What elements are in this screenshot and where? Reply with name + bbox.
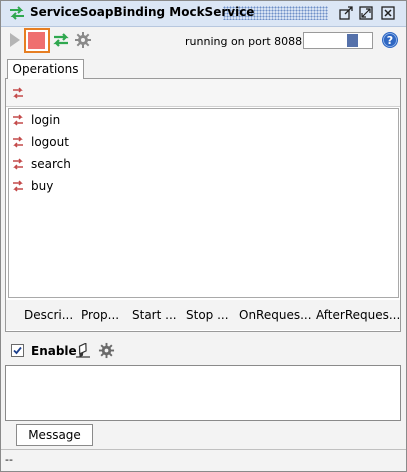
eraser-icon[interactable] [75, 343, 91, 358]
status-bar-text: -- [5, 453, 13, 466]
column-header-stop[interactable]: Stop ... [186, 308, 229, 322]
operation-icon [13, 180, 23, 192]
status-text: running on port 8088 [185, 35, 303, 48]
operation-icon [13, 136, 23, 148]
column-header-afterrequest[interactable]: AfterReques... [316, 308, 400, 322]
status-bar [1, 449, 406, 471]
activity-slider[interactable] [303, 32, 373, 49]
swap-arrows-icon[interactable] [52, 31, 70, 49]
svg-text:?: ? [387, 34, 393, 47]
list-item[interactable]: logout [11, 132, 69, 152]
maximize-icon[interactable] [358, 5, 374, 21]
enable-label: Enable [31, 344, 77, 358]
undock-icon[interactable] [338, 5, 354, 21]
gear-icon[interactable] [98, 342, 115, 359]
help-icon[interactable]: ? [381, 31, 399, 49]
list-item[interactable]: search [11, 154, 71, 174]
list-item[interactable]: login [11, 110, 60, 130]
column-header-description[interactable]: Descri... [24, 308, 73, 322]
operation-label: logout [31, 135, 69, 149]
operation-icon [13, 158, 23, 170]
operations-toolbar [6, 79, 400, 107]
checkmark-icon [13, 346, 22, 355]
operation-label: buy [31, 179, 54, 193]
list-item[interactable]: buy [11, 176, 53, 196]
stop-icon [28, 32, 45, 49]
operation-label: search [31, 157, 71, 171]
mockservice-swap-icon [10, 6, 24, 20]
operation-icon [13, 114, 23, 126]
column-header-onrequest[interactable]: OnReques... [239, 308, 312, 322]
tab-operations[interactable]: Operations [7, 59, 84, 79]
operation-label: login [31, 113, 61, 127]
operation-swap-icon[interactable] [11, 86, 25, 100]
activity-slider-thumb[interactable] [347, 34, 358, 47]
message-log-area[interactable] [5, 365, 401, 421]
enable-checkbox[interactable] [11, 344, 24, 357]
start-icon[interactable] [8, 31, 22, 49]
tab-message-log[interactable]: Message Log [16, 424, 93, 462]
gear-icon[interactable] [74, 31, 92, 49]
window-title: ServiceSoapBinding MockService [30, 5, 255, 19]
close-icon[interactable] [380, 5, 396, 21]
column-header-properties[interactable]: Prop... [81, 308, 119, 322]
column-header-start[interactable]: Start ... [132, 308, 177, 322]
